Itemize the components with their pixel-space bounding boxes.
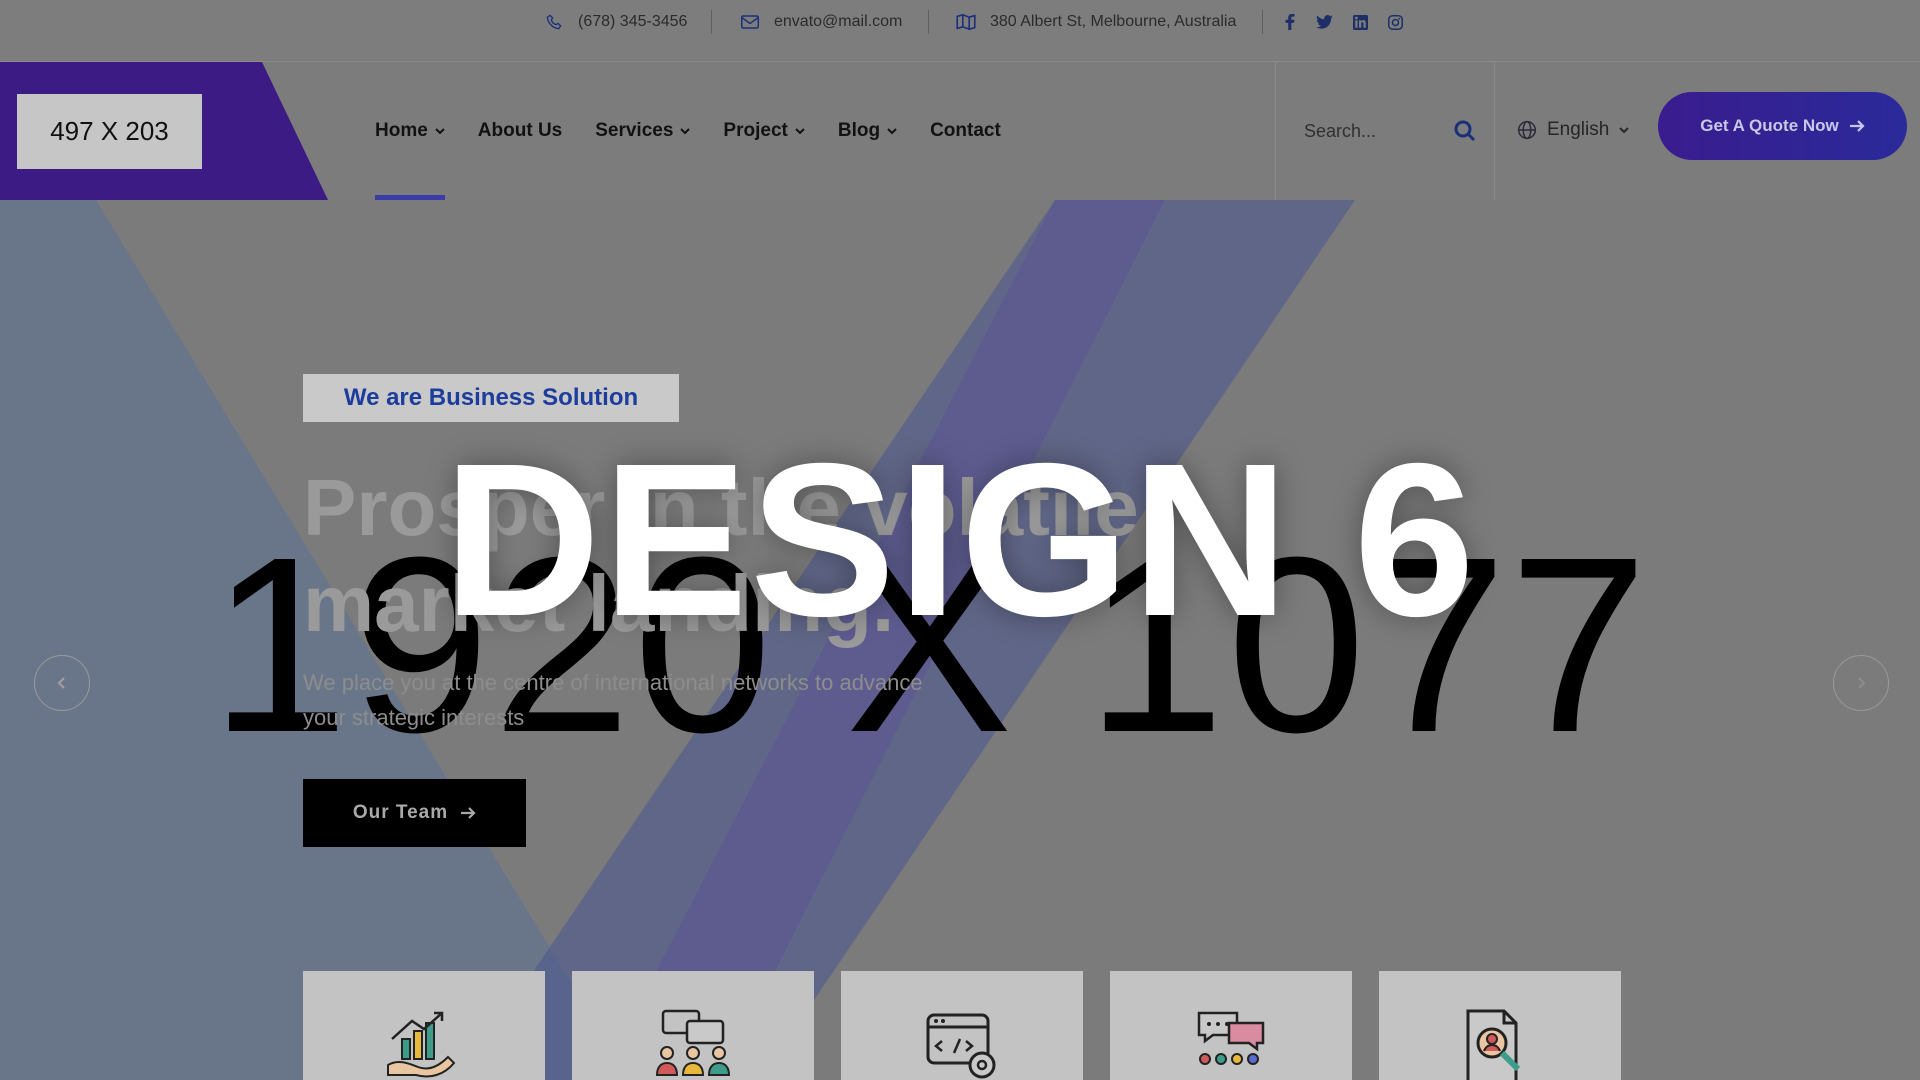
- service-cards: [303, 971, 1648, 1080]
- arrow-right-icon: [1849, 120, 1865, 132]
- divider: [928, 10, 929, 34]
- nav-item-label: Contact: [930, 120, 1001, 141]
- nav-item-label: About Us: [477, 120, 563, 141]
- quote-button-label: Get A Quote Now: [1700, 116, 1839, 135]
- chevron-down-icon: [1619, 127, 1630, 134]
- nav-item-services[interactable]: Services: [595, 62, 691, 200]
- service-card[interactable]: [303, 971, 545, 1080]
- service-card[interactable]: [572, 971, 814, 1080]
- search-input[interactable]: [1304, 117, 1444, 145]
- hero-subtext: We place you at the centre of internatio…: [303, 670, 923, 730]
- service-card[interactable]: [841, 971, 1083, 1080]
- chevron-down-icon: [435, 128, 445, 135]
- meeting-icon: [655, 1009, 731, 1076]
- chevron-left-icon: [57, 677, 65, 689]
- email-info[interactable]: envato@mail.com: [740, 12, 902, 32]
- slider-next-button[interactable]: [1833, 655, 1889, 711]
- map-icon: [956, 12, 976, 32]
- chevron-down-icon: [680, 128, 691, 135]
- address-info[interactable]: 380 Albert St, Melbourne, Australia: [956, 12, 1236, 32]
- logo-placeholder-text: 497 X 203: [50, 116, 169, 146]
- search-area: [1275, 62, 1495, 200]
- instagram-icon[interactable]: [1385, 12, 1405, 32]
- twitter-icon[interactable]: [1314, 12, 1334, 32]
- team-chat-icon: [1197, 1011, 1265, 1065]
- main-nav: Home About Us Services Project Blog Cont…: [375, 62, 1034, 200]
- code-settings-icon: [926, 1013, 996, 1079]
- nav-item-label: Blog: [837, 120, 881, 141]
- phone-text: (678) 345-3456: [578, 13, 688, 30]
- divider: [1262, 10, 1263, 34]
- phone-icon: [544, 12, 564, 32]
- nav-item-home[interactable]: Home: [375, 62, 445, 200]
- nav-item-contact[interactable]: Contact: [930, 62, 1001, 200]
- nav-item-about-us[interactable]: About Us: [478, 62, 562, 200]
- globe-icon: [1517, 120, 1537, 140]
- main-header: 497 X 203 Home About Us Services Project…: [0, 62, 1920, 200]
- logo-placeholder[interactable]: 497 X 203: [17, 94, 202, 169]
- chevron-down-icon: [887, 128, 897, 135]
- service-card[interactable]: [1110, 971, 1352, 1080]
- language-label: English: [1547, 119, 1610, 140]
- divider: [711, 10, 712, 34]
- address-text: 380 Albert St, Melbourne, Australia: [990, 13, 1237, 30]
- hero-tagline: We are Business Solution: [303, 374, 679, 422]
- search-user-icon: [1466, 1009, 1521, 1080]
- nav-item-label: Services: [595, 120, 674, 141]
- chevron-down-icon: [795, 128, 805, 135]
- growth-icon: [387, 1011, 456, 1078]
- language-selector[interactable]: English: [1517, 115, 1630, 145]
- our-team-label: Our Team: [352, 802, 449, 823]
- service-card[interactable]: [1379, 971, 1621, 1080]
- email-text: envato@mail.com: [774, 13, 903, 30]
- linkedin-icon[interactable]: [1350, 12, 1370, 32]
- slider-prev-button[interactable]: [34, 655, 90, 711]
- nav-item-label: Home: [375, 120, 428, 141]
- arrow-right-icon: [461, 807, 476, 819]
- nav-item-label: Project: [723, 120, 788, 141]
- facebook-icon[interactable]: [1280, 12, 1300, 32]
- mail-icon: [740, 12, 760, 32]
- hero-section: 1920 X 1077 We are Business Solution Pro…: [0, 200, 1920, 1080]
- design-overlay-label: DESIGN 6: [443, 419, 1477, 662]
- phone-info[interactable]: (678) 345-3456: [544, 12, 687, 32]
- our-team-button[interactable]: Our Team: [303, 779, 526, 847]
- search-icon[interactable]: [1453, 119, 1477, 143]
- nav-item-project[interactable]: Project: [723, 62, 805, 200]
- top-info-bar: (678) 345-3456 envato@mail.com 380 Alber…: [0, 0, 1920, 62]
- nav-item-blog[interactable]: Blog: [838, 62, 897, 200]
- get-quote-button[interactable]: Get A Quote Now: [1658, 92, 1907, 160]
- chevron-right-icon: [1858, 677, 1866, 689]
